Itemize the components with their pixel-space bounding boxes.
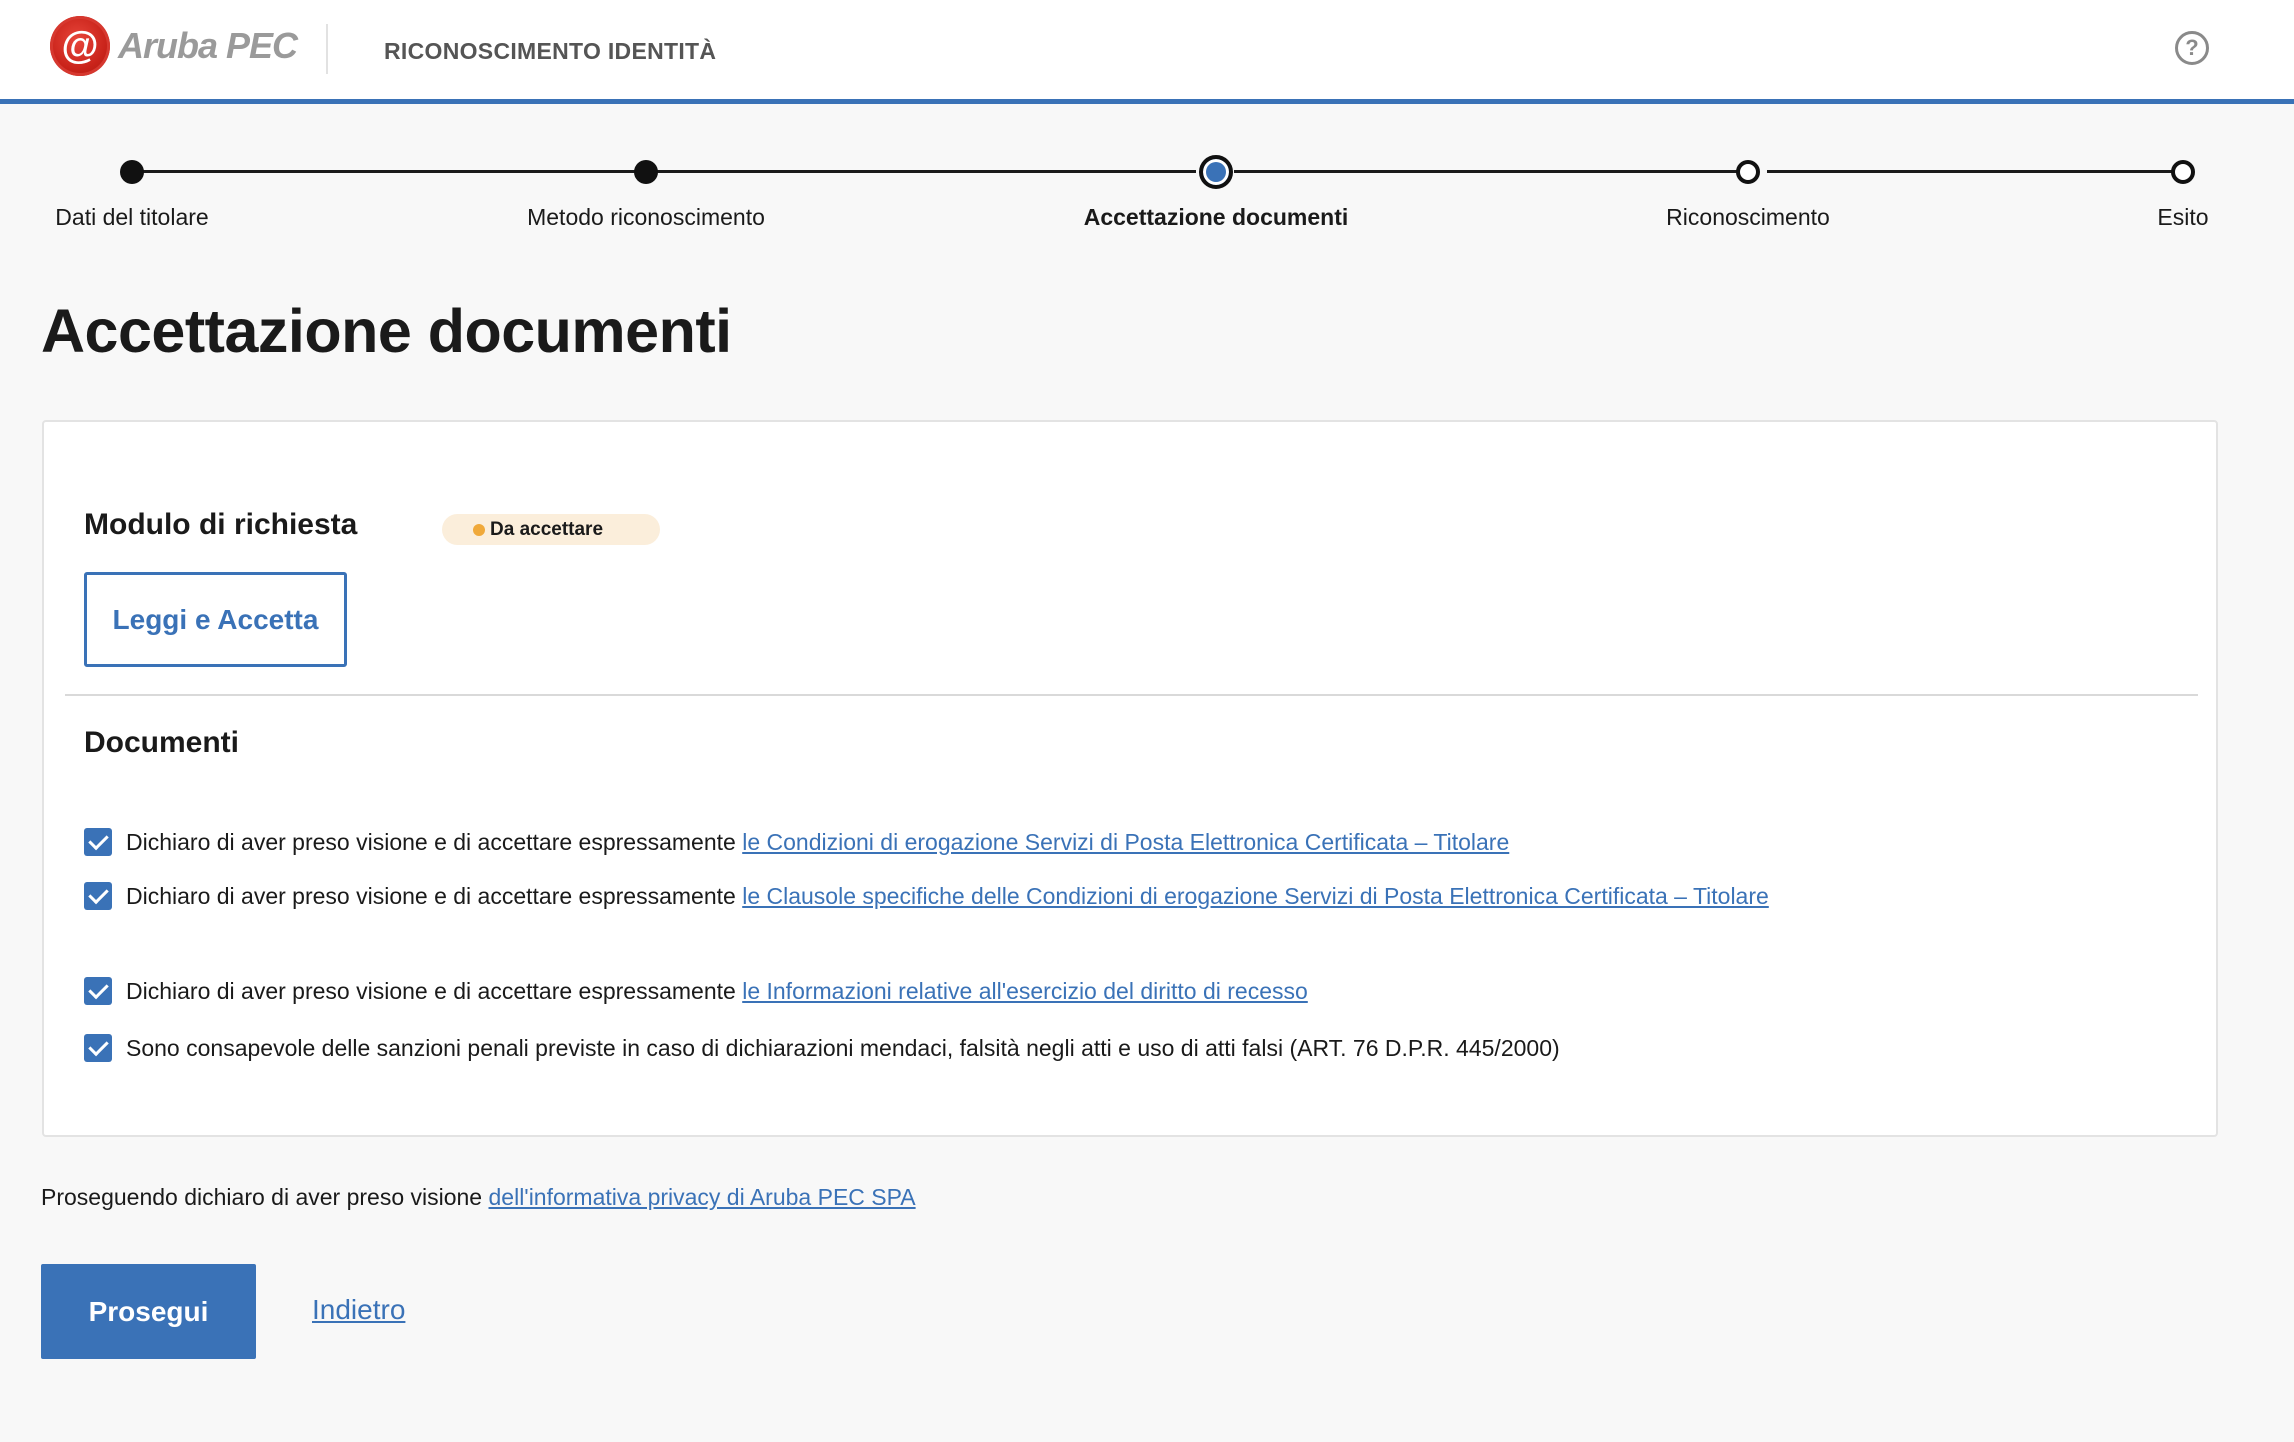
step-label-riconoscimento: Riconoscimento xyxy=(1666,204,1830,230)
documents-heading: Documenti xyxy=(84,726,240,759)
status-badge-label: Da accettare xyxy=(490,519,604,540)
document-item: Sono consapevole delle sanzioni penali p… xyxy=(84,1028,1804,1068)
document-text: Dichiaro di aver preso visione e di acce… xyxy=(84,876,1804,916)
module-heading: Modulo di richiesta xyxy=(84,508,358,541)
progress-stepper: Dati del titolare Metodo riconoscimento … xyxy=(0,140,2294,240)
checkbox-clausole[interactable] xyxy=(84,882,112,910)
header-divider xyxy=(326,24,328,74)
header-title: RICONOSCIMENTO IDENTITÀ xyxy=(384,38,717,64)
step-label-dati-titolare: Dati del titolare xyxy=(55,204,209,230)
step-dot-esito xyxy=(2171,159,2195,184)
document-item: Dichiaro di aver preso visione e di acce… xyxy=(84,822,1804,862)
document-prefix: Dichiaro di aver preso visione e di acce… xyxy=(126,829,743,855)
step-label-metodo-riconoscimento: Metodo riconoscimento xyxy=(527,204,765,230)
logo-text: Aruba PEC xyxy=(118,25,298,66)
document-prefix: Sono consapevole delle sanzioni penali p… xyxy=(126,1035,1560,1061)
step-dot-metodo-riconoscimento xyxy=(634,159,658,184)
link-recesso[interactable]: le Informazioni relative all'esercizio d… xyxy=(742,978,1308,1004)
at-seal-icon: @ xyxy=(50,16,110,76)
step-dot-dati-titolare xyxy=(120,159,144,184)
privacy-link[interactable]: dell'informativa privacy di Aruba PEC SP… xyxy=(489,1184,916,1210)
aruba-pec-logo[interactable]: @ Aruba PEC xyxy=(50,16,298,76)
step-dot-accettazione-documenti xyxy=(1199,154,1233,189)
help-icon[interactable]: ? xyxy=(2175,31,2209,65)
step-connector xyxy=(143,170,636,173)
card-divider xyxy=(65,694,2198,696)
step-connector xyxy=(657,170,1196,173)
checkbox-condizioni[interactable] xyxy=(84,828,112,856)
status-badge: Da accettare xyxy=(442,514,660,545)
step-label-esito: Esito xyxy=(2157,204,2209,230)
document-prefix: Dichiaro di aver preso visione e di acce… xyxy=(126,978,743,1004)
checkbox-sanzioni[interactable] xyxy=(84,1034,112,1062)
link-clausole[interactable]: le Clausole specifiche delle Condizioni … xyxy=(742,883,1769,909)
read-accept-button[interactable]: Leggi e Accetta xyxy=(84,572,347,667)
privacy-notice: Proseguendo dichiaro di aver preso visio… xyxy=(41,1184,916,1211)
document-text: Dichiaro di aver preso visione e di acce… xyxy=(84,822,1804,862)
step-label-accettazione-documenti: Accettazione documenti xyxy=(1083,204,1349,230)
continue-button[interactable]: Prosegui xyxy=(41,1264,256,1359)
status-dot-icon xyxy=(473,524,485,536)
privacy-prefix: Proseguendo dichiaro di aver preso visio… xyxy=(41,1184,489,1210)
document-prefix: Dichiaro di aver preso visione e di acce… xyxy=(126,883,743,909)
document-item: Dichiaro di aver preso visione e di acce… xyxy=(84,971,1804,1011)
documents-card: Modulo di richiesta Da accettare Leggi e… xyxy=(42,420,2218,1137)
logo-symbol: @ xyxy=(61,24,99,67)
document-text: Dichiaro di aver preso visione e di acce… xyxy=(84,971,1804,1011)
page-title: Accettazione documenti xyxy=(41,297,732,365)
checkbox-recesso[interactable] xyxy=(84,977,112,1005)
document-text: Sono consapevole delle sanzioni penali p… xyxy=(84,1028,1804,1068)
link-condizioni[interactable]: le Condizioni di erogazione Servizi di P… xyxy=(742,829,1509,855)
step-connector xyxy=(1234,170,1745,173)
document-item: Dichiaro di aver preso visione e di acce… xyxy=(84,876,1804,916)
step-connector xyxy=(1767,170,2177,173)
step-dot-riconoscimento xyxy=(1736,159,1760,184)
back-link[interactable]: Indietro xyxy=(312,1294,405,1326)
app-header: @ Aruba PEC RICONOSCIMENTO IDENTITÀ ? xyxy=(0,0,2294,104)
